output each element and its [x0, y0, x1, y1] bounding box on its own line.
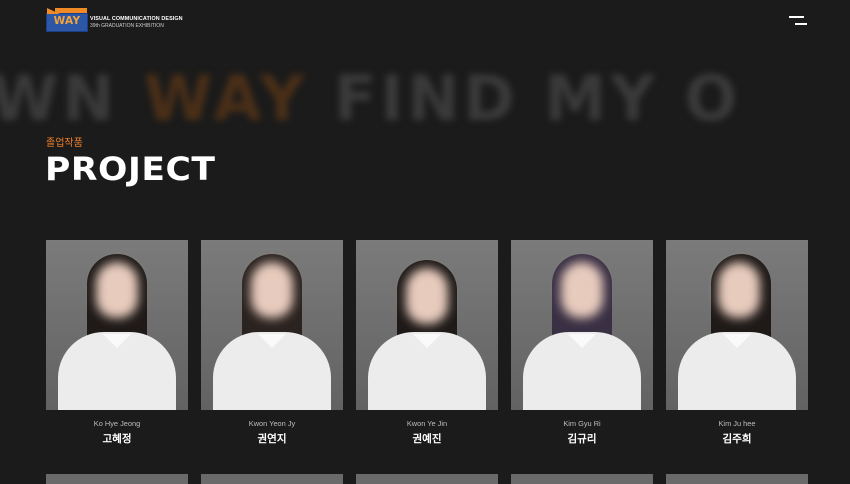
- profile-photo: [511, 240, 653, 410]
- project-card-next-row[interactable]: [46, 474, 188, 484]
- project-name-en: Kim Ju hee: [718, 419, 756, 428]
- marquee-text-before: WN: [0, 62, 144, 135]
- project-name-en: Kwon Yeon Jy: [248, 419, 296, 428]
- profile-photo: [46, 240, 188, 410]
- project-card-next-row[interactable]: [356, 474, 498, 484]
- logo-line-1: VISUAL COMMUNICATION DESIGN: [90, 16, 183, 22]
- project-card[interactable]: Kim Ju hee 김주희: [666, 240, 808, 446]
- project-name-ko: 권연지: [257, 433, 287, 445]
- project-name-en: Ko Hye Jeong: [93, 419, 141, 428]
- project-name-en: Kim Gyu Ri: [563, 419, 601, 428]
- project-name-en: Kwon Ye Jin: [406, 419, 448, 428]
- profile-photo: [356, 240, 498, 410]
- marquee-banner: WN WAY FIND MY O: [0, 64, 741, 134]
- logo-line-2: 39th GRADUATION EXHIBITION: [90, 23, 164, 29]
- marquee-text-after: FIND MY O: [308, 62, 742, 135]
- marquee-text-accent: WAY: [143, 62, 309, 135]
- project-name-ko: 김규리: [567, 433, 597, 445]
- profile-photo: [201, 240, 343, 410]
- project-card[interactable]: Kim Gyu Ri 김규리: [511, 240, 653, 446]
- site-header: WAY VISUAL COMMUNICATION DESIGN 39th GRA…: [0, 0, 850, 42]
- project-card-next-row[interactable]: [511, 474, 653, 484]
- project-card[interactable]: Ko Hye Jeong 고혜정: [46, 240, 188, 446]
- project-name-ko: 고혜정: [102, 433, 132, 445]
- project-card-next-row[interactable]: [201, 474, 343, 484]
- way-logo-icon: WAY: [46, 8, 88, 32]
- logo-text: VISUAL COMMUNICATION DESIGN 39th GRADUAT…: [90, 16, 183, 30]
- section-kicker: 졸업작품: [46, 138, 83, 149]
- site-logo[interactable]: WAY VISUAL COMMUNICATION DESIGN 39th GRA…: [46, 8, 186, 32]
- project-card-next-row[interactable]: [666, 474, 808, 484]
- profile-photo: [666, 240, 808, 410]
- page-title: PROJECT: [45, 150, 216, 188]
- project-card[interactable]: Kwon Ye Jin 권예진: [356, 240, 498, 446]
- project-card[interactable]: Kwon Yeon Jy 권연지: [201, 240, 343, 446]
- logo-mark-text: WAY: [53, 15, 81, 27]
- project-name-ko: 권예진: [412, 433, 442, 445]
- project-name-ko: 김주희: [722, 433, 752, 445]
- hamburger-menu-icon[interactable]: [787, 15, 808, 27]
